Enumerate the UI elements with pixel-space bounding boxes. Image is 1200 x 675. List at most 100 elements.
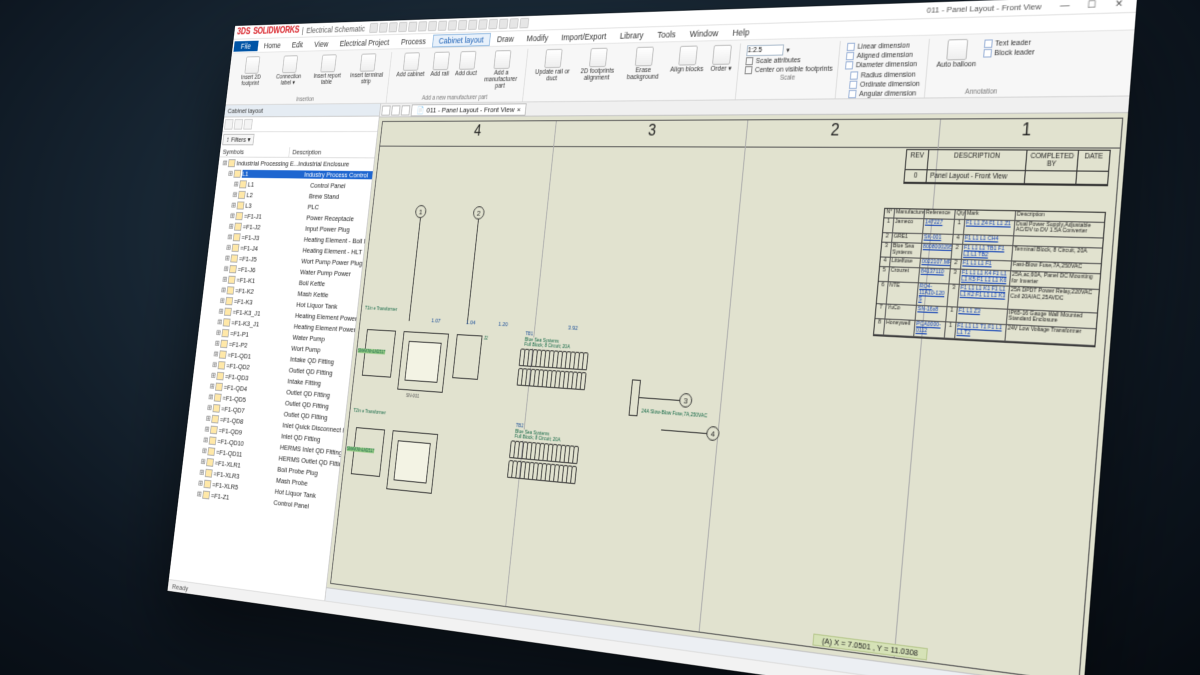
menu-import-export[interactable]: Import/Export <box>555 29 613 42</box>
menu-modify[interactable]: Modify <box>520 31 554 43</box>
ribbon-group-label: Insertion <box>231 94 383 103</box>
balloon-2[interactable]: 2 <box>472 206 485 219</box>
minimize-button[interactable]: — <box>1052 0 1079 12</box>
align-blocks-button[interactable]: Align blocks <box>668 44 707 74</box>
grid-num: 3 <box>647 122 657 140</box>
filters-dropdown[interactable]: ↕ Filters ▾ <box>222 133 254 144</box>
qat-icon[interactable] <box>498 18 508 29</box>
brand-subproduct: Electrical Schematic <box>306 23 366 34</box>
qat-icon[interactable] <box>388 22 397 32</box>
tree-tool-icon[interactable] <box>243 119 253 130</box>
menu-help[interactable]: Help <box>726 25 757 38</box>
menu-electrical-project[interactable]: Electrical Project <box>334 36 395 48</box>
maximize-button[interactable]: ☐ <box>1078 0 1105 11</box>
qat-icon[interactable] <box>379 22 388 32</box>
qat-icon[interactable] <box>457 19 467 29</box>
comp-label: SN-001 <box>406 393 420 400</box>
menu-cabinet-layout[interactable]: Cabinet layout <box>432 32 491 46</box>
body: Cabinet layout ↕ Filters ▾ SymbolsDescri… <box>169 96 1130 675</box>
menu-home[interactable]: Home <box>259 39 287 50</box>
comp-label: TB1 <box>525 331 533 337</box>
qat-icon[interactable] <box>519 17 529 28</box>
tree-tool-icon[interactable] <box>224 119 233 129</box>
ribbon-group-annotation: Auto balloon Text leader Block leader An… <box>929 36 1042 97</box>
menu-process[interactable]: Process <box>395 35 431 47</box>
grid-num: 1 <box>1021 121 1032 140</box>
brand-solidworks: SOLIDWORKS <box>253 25 300 36</box>
close-button[interactable]: ✕ <box>1105 0 1132 10</box>
balloon-3[interactable]: 3 <box>679 392 693 407</box>
ribbon-group-label: Add a new manufacturer part <box>392 93 519 102</box>
add-duct-button[interactable]: Add duct <box>453 49 481 77</box>
qat-icon[interactable] <box>447 20 457 30</box>
tab-nav-icon[interactable] <box>381 105 390 115</box>
component-fuse[interactable] <box>629 379 641 416</box>
linear-dimension-button[interactable]: Linear dimension <box>847 41 924 51</box>
text-leader-button[interactable]: Text leader <box>983 38 1035 48</box>
tab-nav-icon[interactable] <box>391 105 400 115</box>
balloon-1[interactable]: 1 <box>415 205 427 218</box>
component-inner <box>394 440 431 483</box>
erase-background-button[interactable]: Erase background <box>621 45 668 82</box>
ribbon-group-edit: Update rail or duct 2D footprints alignm… <box>526 43 741 101</box>
dimension: 1.04 <box>466 320 476 326</box>
comp-label: J2 <box>484 335 488 340</box>
ribbon-group-add: Add cabinet Add rail Add duct Add a manu… <box>389 48 528 102</box>
terminal-block-tb1[interactable] <box>519 348 588 370</box>
document-tab[interactable]: 📄 011 - Panel Layout - Front View × <box>411 102 527 115</box>
scale-attributes-checkbox[interactable]: Scale attributes <box>745 55 833 65</box>
tree-tool-icon[interactable] <box>234 119 243 129</box>
qat-icon[interactable] <box>509 18 519 29</box>
menu-edit[interactable]: Edit <box>286 38 308 49</box>
qat-icon[interactable] <box>437 20 447 30</box>
footprints-alignment-button[interactable]: 2D footprints alignment <box>575 46 621 82</box>
add-rail-button[interactable]: Add rail <box>429 50 453 78</box>
menu-window[interactable]: Window <box>683 26 725 39</box>
auto-balloon-button[interactable]: Auto balloon <box>934 37 980 70</box>
ordinate-dimension-button[interactable]: Ordinate dimension <box>849 79 920 88</box>
dimension: 3.92 <box>568 325 579 331</box>
dimension: 1.07 <box>431 318 441 324</box>
scale-input[interactable] <box>746 44 784 56</box>
tab-nav-icon[interactable] <box>401 104 410 114</box>
comp-label: SMAKN\nLM2517 <box>358 348 386 354</box>
quick-access-toolbar[interactable] <box>369 17 529 32</box>
menu-library[interactable]: Library <box>614 28 651 41</box>
radius-dimension-button[interactable]: Radius dimension <box>850 70 921 79</box>
drawing-canvas[interactable]: 4 3 2 1 REVDESCRIPTIONCOMPLETED BYDATE <box>327 113 1128 675</box>
tree-columns: SymbolsDescription <box>219 147 375 158</box>
qat-icon[interactable] <box>427 20 437 30</box>
qat-icon[interactable] <box>398 21 407 31</box>
update-rail-duct-button[interactable]: Update rail or duct <box>531 47 576 83</box>
qat-icon[interactable] <box>488 18 498 28</box>
qat-icon[interactable] <box>468 19 478 29</box>
document-title: 011 - Panel Layout - Front View <box>926 1 1042 14</box>
add-manufacturer-part-button[interactable]: Add a manufacturer part <box>480 48 524 90</box>
menu-view[interactable]: View <box>309 38 334 49</box>
comp-label: T1\n e Transformer <box>365 305 398 312</box>
connection-label-button[interactable]: Connection label ▾ <box>270 54 309 87</box>
component-inner <box>404 340 441 382</box>
aligned-dimension-button[interactable]: Aligned dimension <box>846 50 923 60</box>
terminal-block-tb1-b[interactable] <box>517 367 586 389</box>
tree-row[interactable]: ⊞Industrial Processing E...Industrial En… <box>218 157 374 169</box>
insert-terminal-strip-button[interactable]: Insert terminal strip <box>347 52 388 86</box>
angular-dimension-button[interactable]: Angular dimension <box>848 89 919 98</box>
qat-icon[interactable] <box>478 19 488 29</box>
menu-tools[interactable]: Tools <box>651 27 683 40</box>
tab-close-icon[interactable]: × <box>517 104 522 113</box>
qat-icon[interactable] <box>408 21 417 31</box>
dimension: 1.20 <box>498 321 508 327</box>
add-cabinet-button[interactable]: Add cabinet <box>394 51 428 79</box>
block-leader-button[interactable]: Block leader <box>983 47 1035 57</box>
component-relay[interactable] <box>452 334 482 380</box>
grid-num: 2 <box>830 121 840 140</box>
qat-icon[interactable] <box>369 22 378 32</box>
tree-toolbar[interactable] <box>222 116 379 132</box>
menu-draw[interactable]: Draw <box>491 32 520 44</box>
insert-report-table-button[interactable]: Insert report table <box>308 53 348 87</box>
qat-icon[interactable] <box>418 21 427 31</box>
menu-file[interactable]: File <box>233 40 258 51</box>
order-button[interactable]: Order ▾ <box>708 43 736 73</box>
insert-2d-footprint-button[interactable]: Insert 2D footprint <box>232 55 270 88</box>
